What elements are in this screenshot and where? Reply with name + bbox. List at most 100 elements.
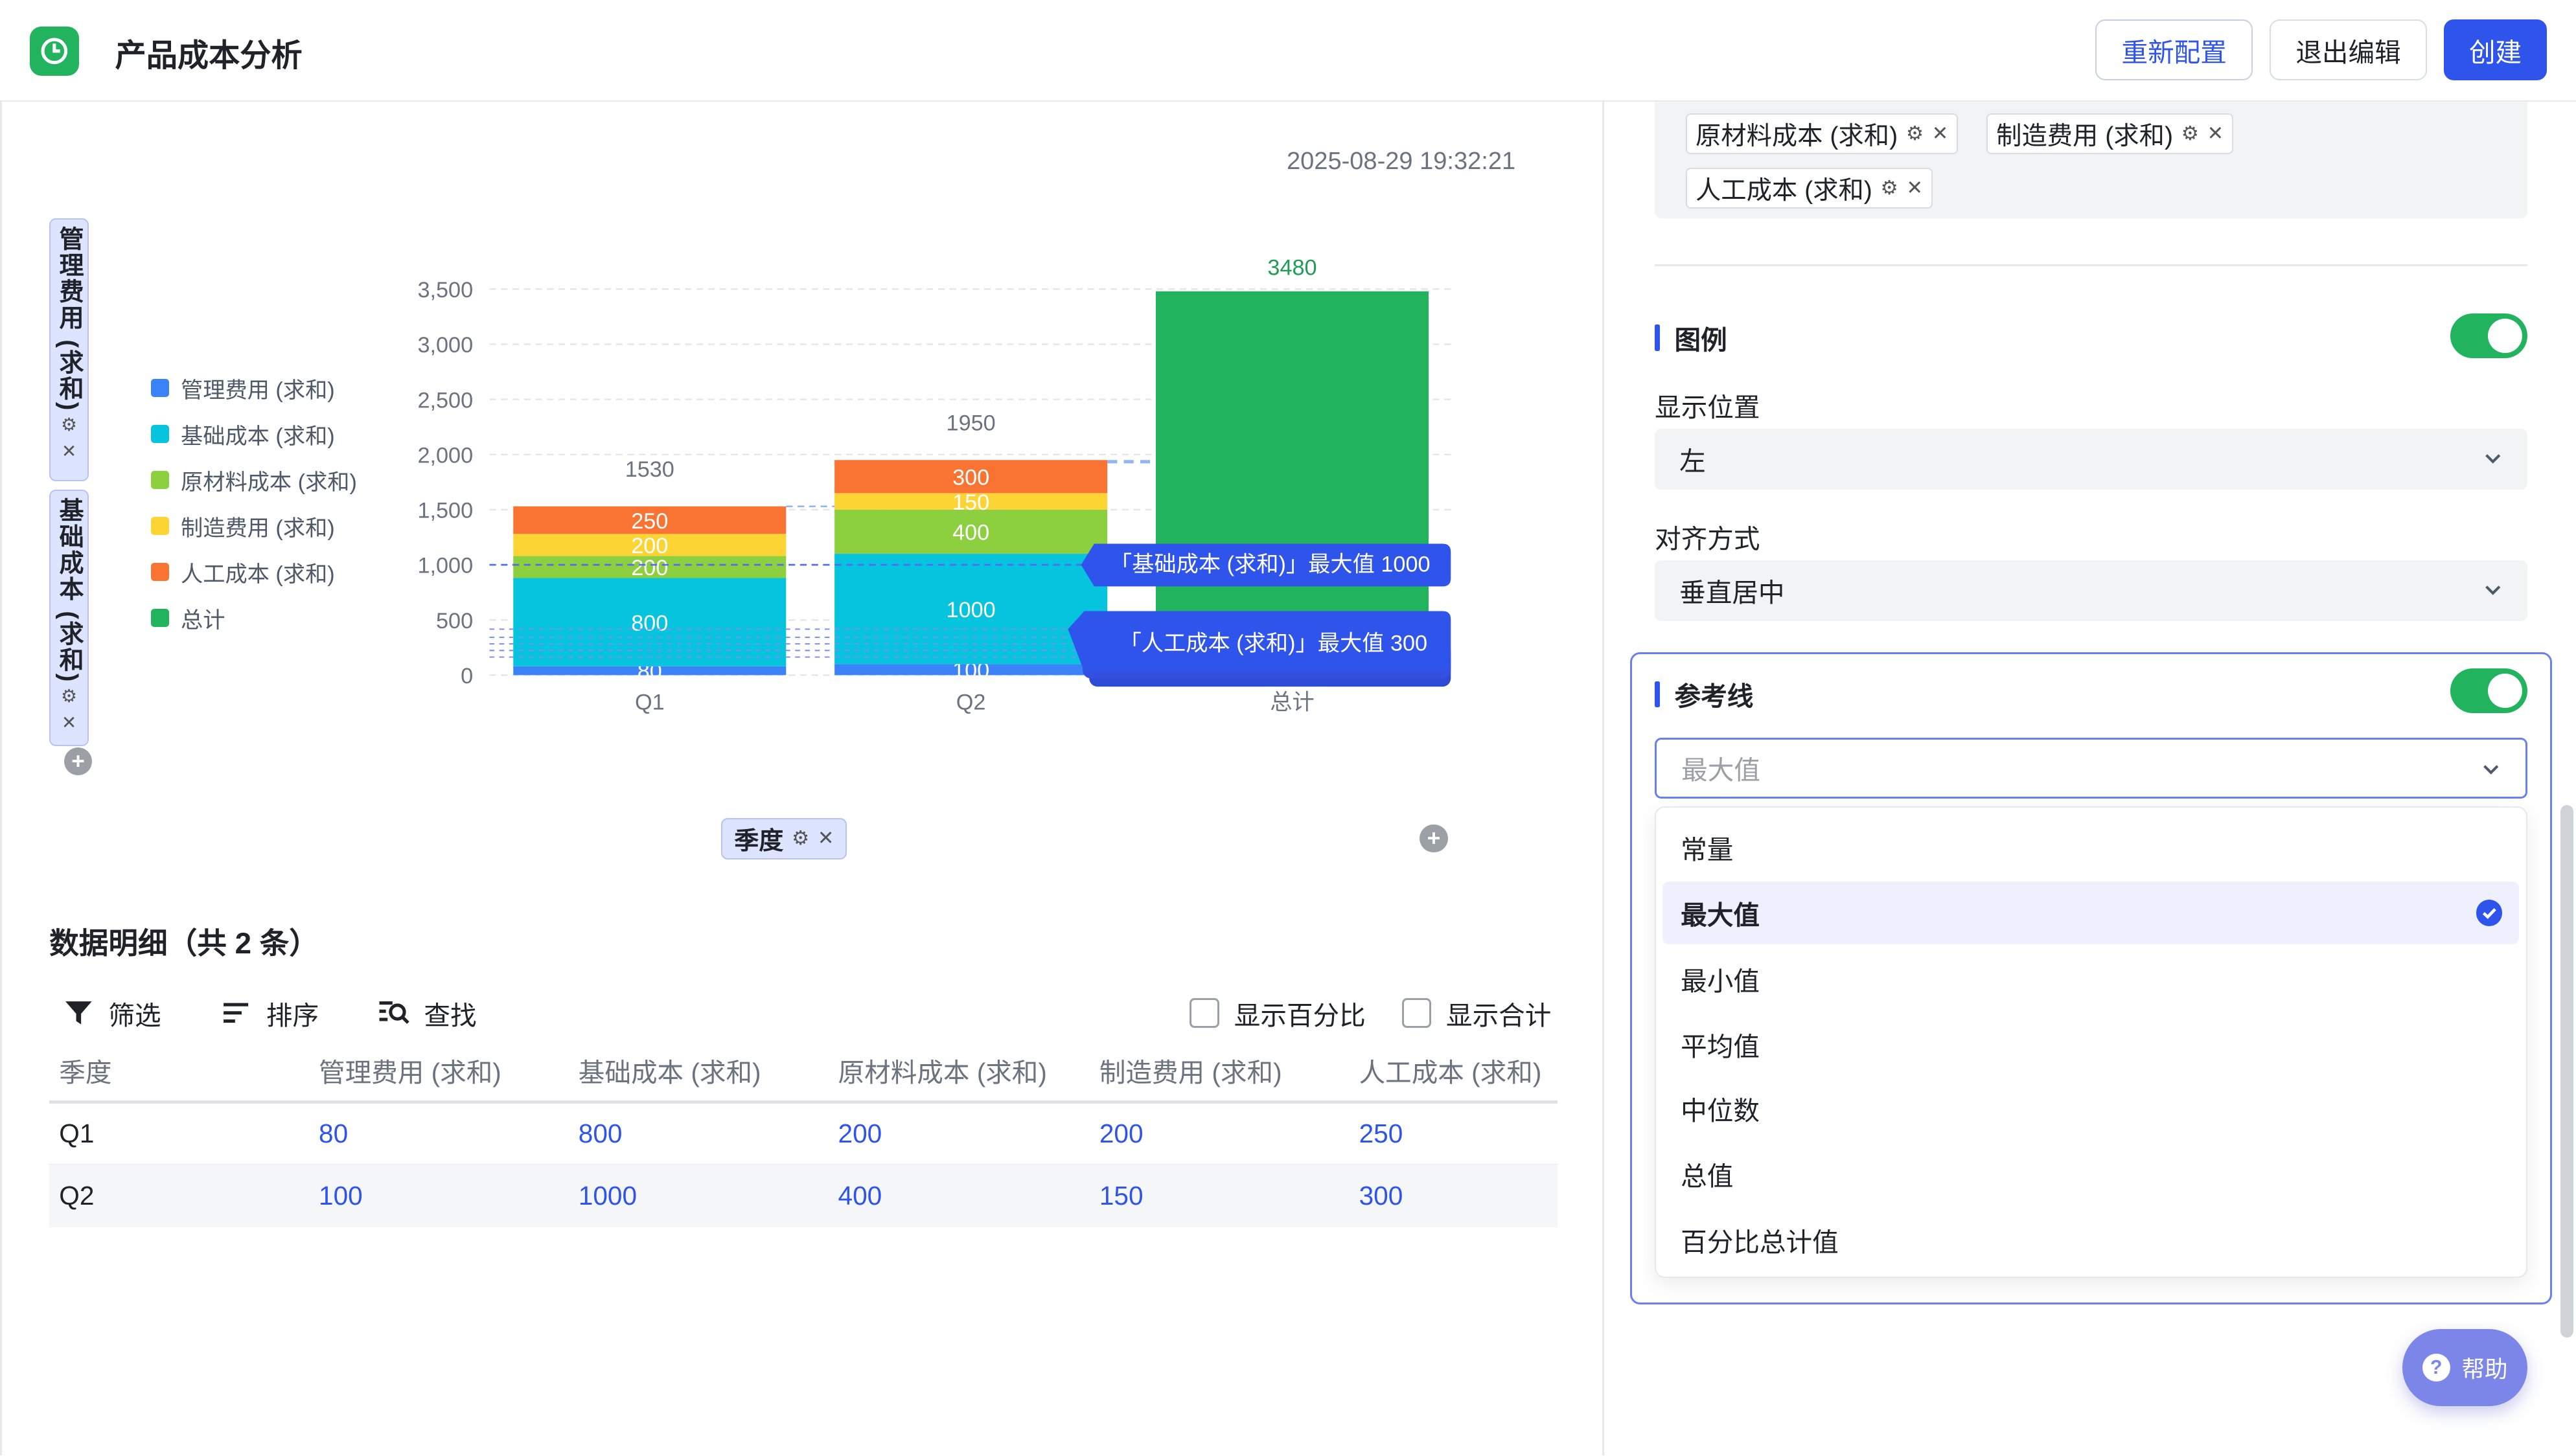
gear-icon[interactable]: ⚙ bbox=[2181, 122, 2199, 145]
table-cell[interactable]: 250 bbox=[1349, 1102, 1558, 1166]
exit-edit-button[interactable]: 退出编辑 bbox=[2269, 19, 2428, 81]
y-field-tag-base[interactable]: 基础成本 (求和) ⚙ ✕ bbox=[49, 489, 89, 746]
checkbox-box[interactable] bbox=[1190, 998, 1219, 1028]
option-median[interactable]: 中位数 bbox=[1662, 1077, 2518, 1139]
checkbox-box[interactable] bbox=[1401, 998, 1432, 1028]
option-percent-total[interactable]: 百分比总计值 bbox=[1662, 1209, 2518, 1271]
data-label: 400 bbox=[952, 521, 989, 545]
y-tick-label: 3,000 bbox=[418, 333, 474, 358]
help-button[interactable]: ? 帮助 bbox=[2402, 1328, 2527, 1407]
add-y-field-icon[interactable]: + bbox=[63, 747, 93, 776]
column-header[interactable]: 管理费用 (求和) bbox=[308, 1040, 569, 1104]
section-label: 图例 bbox=[1674, 325, 1727, 356]
option-total[interactable]: 总值 bbox=[1662, 1143, 2518, 1205]
show-percent-checkbox[interactable]: 显示百分比 bbox=[1190, 994, 1366, 1032]
help-icon: ? bbox=[2422, 1353, 2450, 1382]
toggle-knob bbox=[2488, 319, 2523, 354]
legend-swatch bbox=[151, 424, 170, 443]
table-cell[interactable]: 1000 bbox=[568, 1165, 829, 1227]
field-chip[interactable]: 原材料成本 (求和) ⚙ ✕ bbox=[1686, 113, 1958, 155]
create-button[interactable]: 创建 bbox=[2443, 19, 2547, 81]
gear-icon[interactable]: ⚙ bbox=[1881, 177, 1898, 199]
table-cell: Q1 bbox=[49, 1102, 309, 1166]
y-tick-label: 1,500 bbox=[418, 499, 474, 523]
filter-button[interactable]: 筛选 bbox=[62, 994, 161, 1032]
stacked-bar-chart: 05001,0001,5002,0002,5003,0003,500808002… bbox=[418, 255, 1455, 715]
gear-icon[interactable]: ⚙ bbox=[792, 827, 809, 850]
y-tick-label: 1,000 bbox=[418, 554, 474, 578]
legend-item[interactable]: 基础成本 (求和) bbox=[151, 411, 357, 457]
table-cell[interactable]: 800 bbox=[568, 1102, 829, 1166]
sort-button[interactable]: 排序 bbox=[220, 994, 319, 1032]
column-header[interactable]: 基础成本 (求和) bbox=[568, 1040, 829, 1104]
reference-label: 「人工成本 (求和)」最大值 300 bbox=[1120, 631, 1428, 655]
y-field-label: 管理费用 (求和) bbox=[55, 226, 82, 413]
toggle-knob bbox=[2488, 673, 2523, 709]
reference-type-select[interactable]: 最大值 bbox=[1655, 737, 2527, 799]
column-header[interactable]: 制造费用 (求和) bbox=[1089, 1040, 1350, 1104]
close-icon[interactable]: ✕ bbox=[62, 710, 76, 736]
y-tick-label: 500 bbox=[436, 609, 473, 633]
check-icon bbox=[2476, 900, 2503, 926]
reconfigure-button[interactable]: 重新配置 bbox=[2095, 19, 2253, 81]
table-cell[interactable]: 300 bbox=[1349, 1165, 1558, 1227]
column-header[interactable]: 原材料成本 (求和) bbox=[828, 1040, 1090, 1104]
reference-label: 「基础成本 (求和)」最大值 1000 bbox=[1110, 552, 1431, 577]
show-total-checkbox[interactable]: 显示合计 bbox=[1401, 994, 1551, 1032]
close-icon[interactable]: ✕ bbox=[62, 438, 76, 465]
legend-item[interactable]: 总计 bbox=[151, 595, 357, 641]
column-header[interactable]: 人工成本 (求和) bbox=[1349, 1040, 1558, 1104]
table-cell[interactable]: 80 bbox=[308, 1102, 569, 1166]
legend-label: 管理费用 (求和) bbox=[180, 378, 335, 403]
close-icon[interactable]: ✕ bbox=[818, 827, 834, 850]
gear-icon[interactable]: ⚙ bbox=[1906, 122, 1924, 145]
option-max[interactable]: 最大值 bbox=[1662, 882, 2519, 944]
field-chip[interactable]: 制造费用 (求和) ⚙ ✕ bbox=[1986, 113, 2233, 155]
y-tick-label: 2,000 bbox=[418, 444, 474, 468]
legend-swatch bbox=[151, 470, 170, 489]
filter-label: 筛选 bbox=[108, 1000, 161, 1030]
table-cell[interactable]: 150 bbox=[1089, 1165, 1350, 1227]
position-select[interactable]: 左 bbox=[1655, 429, 2527, 490]
legend-item[interactable]: 管理费用 (求和) bbox=[151, 365, 357, 411]
column-header[interactable]: 季度 bbox=[49, 1040, 309, 1104]
add-x-field-icon[interactable]: + bbox=[1420, 825, 1448, 853]
option-min[interactable]: 最小值 bbox=[1662, 948, 2518, 1010]
legend-item[interactable]: 人工成本 (求和) bbox=[151, 549, 357, 595]
close-icon[interactable]: ✕ bbox=[2207, 122, 2224, 145]
close-icon[interactable]: ✕ bbox=[1932, 122, 1949, 145]
legend-swatch bbox=[151, 562, 170, 581]
legend-item[interactable]: 原材料成本 (求和) bbox=[151, 457, 357, 503]
data-label: 200 bbox=[632, 556, 669, 580]
sort-icon bbox=[223, 1003, 248, 1023]
table-cell[interactable]: 400 bbox=[828, 1165, 1090, 1227]
field-chip[interactable]: 人工成本 (求和) ⚙ ✕ bbox=[1686, 167, 1933, 209]
option-average[interactable]: 平均值 bbox=[1662, 1013, 2518, 1075]
gear-icon[interactable]: ⚙ bbox=[61, 412, 77, 438]
legend-swatch bbox=[151, 378, 170, 397]
x-field-tag[interactable]: 季度 ⚙ ✕ bbox=[721, 818, 847, 859]
legend-item[interactable]: 制造费用 (求和) bbox=[151, 503, 357, 549]
chart-legend: 管理费用 (求和) 基础成本 (求和) 原材料成本 (求和) 制造费用 (求和)… bbox=[151, 365, 357, 641]
table-cell[interactable]: 100 bbox=[308, 1165, 569, 1227]
data-label: 800 bbox=[632, 611, 669, 635]
chevron-down-icon bbox=[2483, 764, 2499, 775]
reference-toggle[interactable] bbox=[2450, 668, 2527, 713]
close-icon[interactable]: ✕ bbox=[1907, 177, 1924, 199]
find-icon bbox=[379, 1001, 410, 1025]
find-button[interactable]: 查找 bbox=[378, 994, 477, 1032]
y-field-label: 基础成本 (求和) bbox=[55, 497, 82, 683]
chip-label: 原材料成本 (求和) bbox=[1696, 122, 1898, 151]
y-field-tag-admin[interactable]: 管理费用 (求和) ⚙ ✕ bbox=[49, 218, 89, 482]
panel-scrollbar[interactable] bbox=[2560, 804, 2573, 1337]
data-label: 200 bbox=[632, 534, 669, 558]
align-select[interactable]: 垂直居中 bbox=[1655, 560, 2527, 621]
select-value: 左 bbox=[1679, 446, 1706, 477]
table-cell[interactable]: 200 bbox=[1089, 1102, 1350, 1166]
legend-toggle[interactable] bbox=[2450, 313, 2527, 358]
option-constant[interactable]: 常量 bbox=[1662, 816, 2518, 878]
detail-title: 数据明细（共 2 条） bbox=[49, 927, 319, 961]
gear-icon[interactable]: ⚙ bbox=[61, 683, 77, 710]
table-cell[interactable]: 200 bbox=[828, 1102, 1090, 1166]
y-tick-label: 3,500 bbox=[418, 278, 474, 302]
